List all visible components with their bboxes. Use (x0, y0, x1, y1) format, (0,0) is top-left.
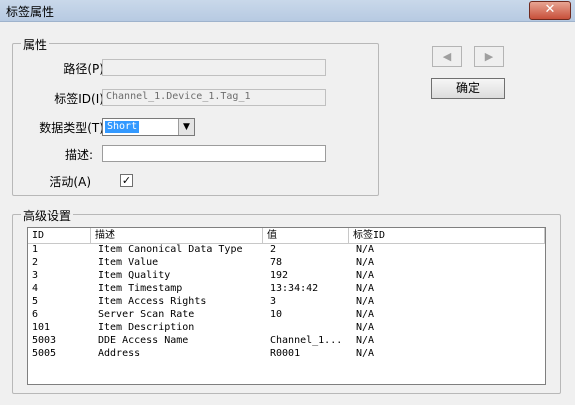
row-tag-id: N/A (356, 335, 375, 346)
row-value: 13:34:42 (270, 283, 319, 294)
close-icon: ✕ (544, 2, 556, 17)
list-item[interactable]: 5003 DDE Access Name Channel_1... N/A (28, 335, 545, 348)
title-bar: 标签属性 ✕ (0, 0, 575, 22)
row-value: 78 (270, 257, 283, 268)
row-id: 1 (32, 244, 39, 255)
column-header-tag-id[interactable]: 标签ID (349, 228, 545, 243)
row-description: DDE Access Name (98, 335, 189, 346)
properties-group-label: 属性 (21, 36, 50, 53)
row-description: Item Description (98, 322, 195, 333)
row-value: 192 (270, 270, 289, 281)
list-header: ID 描述 值 标签ID (28, 228, 545, 244)
active-label: 活动(A) (49, 175, 91, 189)
row-tag-id: N/A (356, 257, 375, 268)
list-item[interactable]: 3 Item Quality 192 N/A (28, 270, 545, 283)
ok-button[interactable]: 确定 (431, 78, 505, 99)
row-description: Server Scan Rate (98, 309, 195, 320)
next-button[interactable]: ▶ (474, 46, 504, 67)
row-value: 3 (270, 296, 277, 307)
list-item[interactable]: 5 Item Access Rights 3 N/A (28, 296, 545, 309)
row-id: 5003 (32, 335, 57, 346)
arrow-left-icon: ◀ (442, 50, 452, 63)
row-value: 2 (270, 244, 277, 255)
row-id: 5 (32, 296, 39, 307)
column-header-value[interactable]: 值 (263, 228, 349, 243)
row-tag-id: N/A (356, 309, 375, 320)
list-item[interactable]: 2 Item Value 78 N/A (28, 257, 545, 270)
properties-group: 属性 路径(P): 标签ID(I): Channel_1.Device_1.Ta… (12, 36, 379, 196)
window-title: 标签属性 (6, 5, 55, 19)
row-description: Item Value (98, 257, 159, 268)
row-tag-id: N/A (356, 244, 375, 255)
active-checkbox[interactable]: ✓ (120, 174, 133, 187)
row-id: 5005 (32, 348, 57, 359)
row-description: Item Canonical Data Type (98, 244, 243, 255)
row-id: 3 (32, 270, 39, 281)
prev-button[interactable]: ◀ (432, 46, 462, 67)
row-id: 2 (32, 257, 39, 268)
tag-id-field: Channel_1.Device_1.Tag_1 (102, 89, 326, 106)
row-description: Item Access Rights (98, 296, 207, 307)
row-tag-id: N/A (356, 296, 375, 307)
row-description: Item Quality (98, 270, 171, 281)
row-id: 4 (32, 283, 39, 294)
data-type-label: 数据类型(T): (39, 121, 108, 135)
list-item[interactable]: 101 Item Description N/A (28, 322, 545, 335)
row-id: 6 (32, 309, 39, 320)
row-tag-id: N/A (356, 270, 375, 281)
path-field (102, 59, 326, 76)
tag-id-label: 标签ID(I): (54, 92, 108, 106)
advanced-group-label: 高级设置 (21, 207, 74, 224)
advanced-group: 高级设置 ID 描述 值 标签ID 1 Item Canonical Data … (12, 207, 561, 394)
arrow-right-icon: ▶ (484, 50, 494, 63)
column-header-description[interactable]: 描述 (91, 228, 263, 243)
list-item[interactable]: 1 Item Canonical Data Type 2 N/A (28, 244, 545, 257)
description-field[interactable] (102, 145, 326, 162)
list-item[interactable]: 4 Item Timestamp 13:34:42 N/A (28, 283, 545, 296)
close-button[interactable]: ✕ (529, 1, 571, 20)
column-header-id[interactable]: ID (28, 228, 91, 243)
tag-id-value: Channel_1.Device_1.Tag_1 (106, 91, 251, 102)
row-tag-id: N/A (356, 348, 375, 359)
list-item[interactable]: 6 Server Scan Rate 10 N/A (28, 309, 545, 322)
row-value: Channel_1... (270, 335, 343, 346)
row-value: R0001 (270, 348, 301, 359)
chevron-down-icon[interactable]: ▼ (178, 119, 194, 135)
row-description: Item Timestamp (98, 283, 183, 294)
row-tag-id: N/A (356, 322, 375, 333)
checkmark-icon: ✓ (121, 174, 132, 187)
description-label: 描述: (64, 148, 93, 162)
data-type-select[interactable]: Short ▼ (102, 118, 195, 136)
advanced-properties-list[interactable]: ID 描述 值 标签ID 1 Item Canonical Data Type … (27, 227, 546, 385)
list-item[interactable]: 5005 Address R0001 N/A (28, 348, 545, 361)
row-description: Address (98, 348, 141, 359)
row-value: 10 (270, 309, 283, 320)
row-tag-id: N/A (356, 283, 375, 294)
row-id: 101 (32, 322, 51, 333)
data-type-selected-value: Short (105, 121, 140, 133)
